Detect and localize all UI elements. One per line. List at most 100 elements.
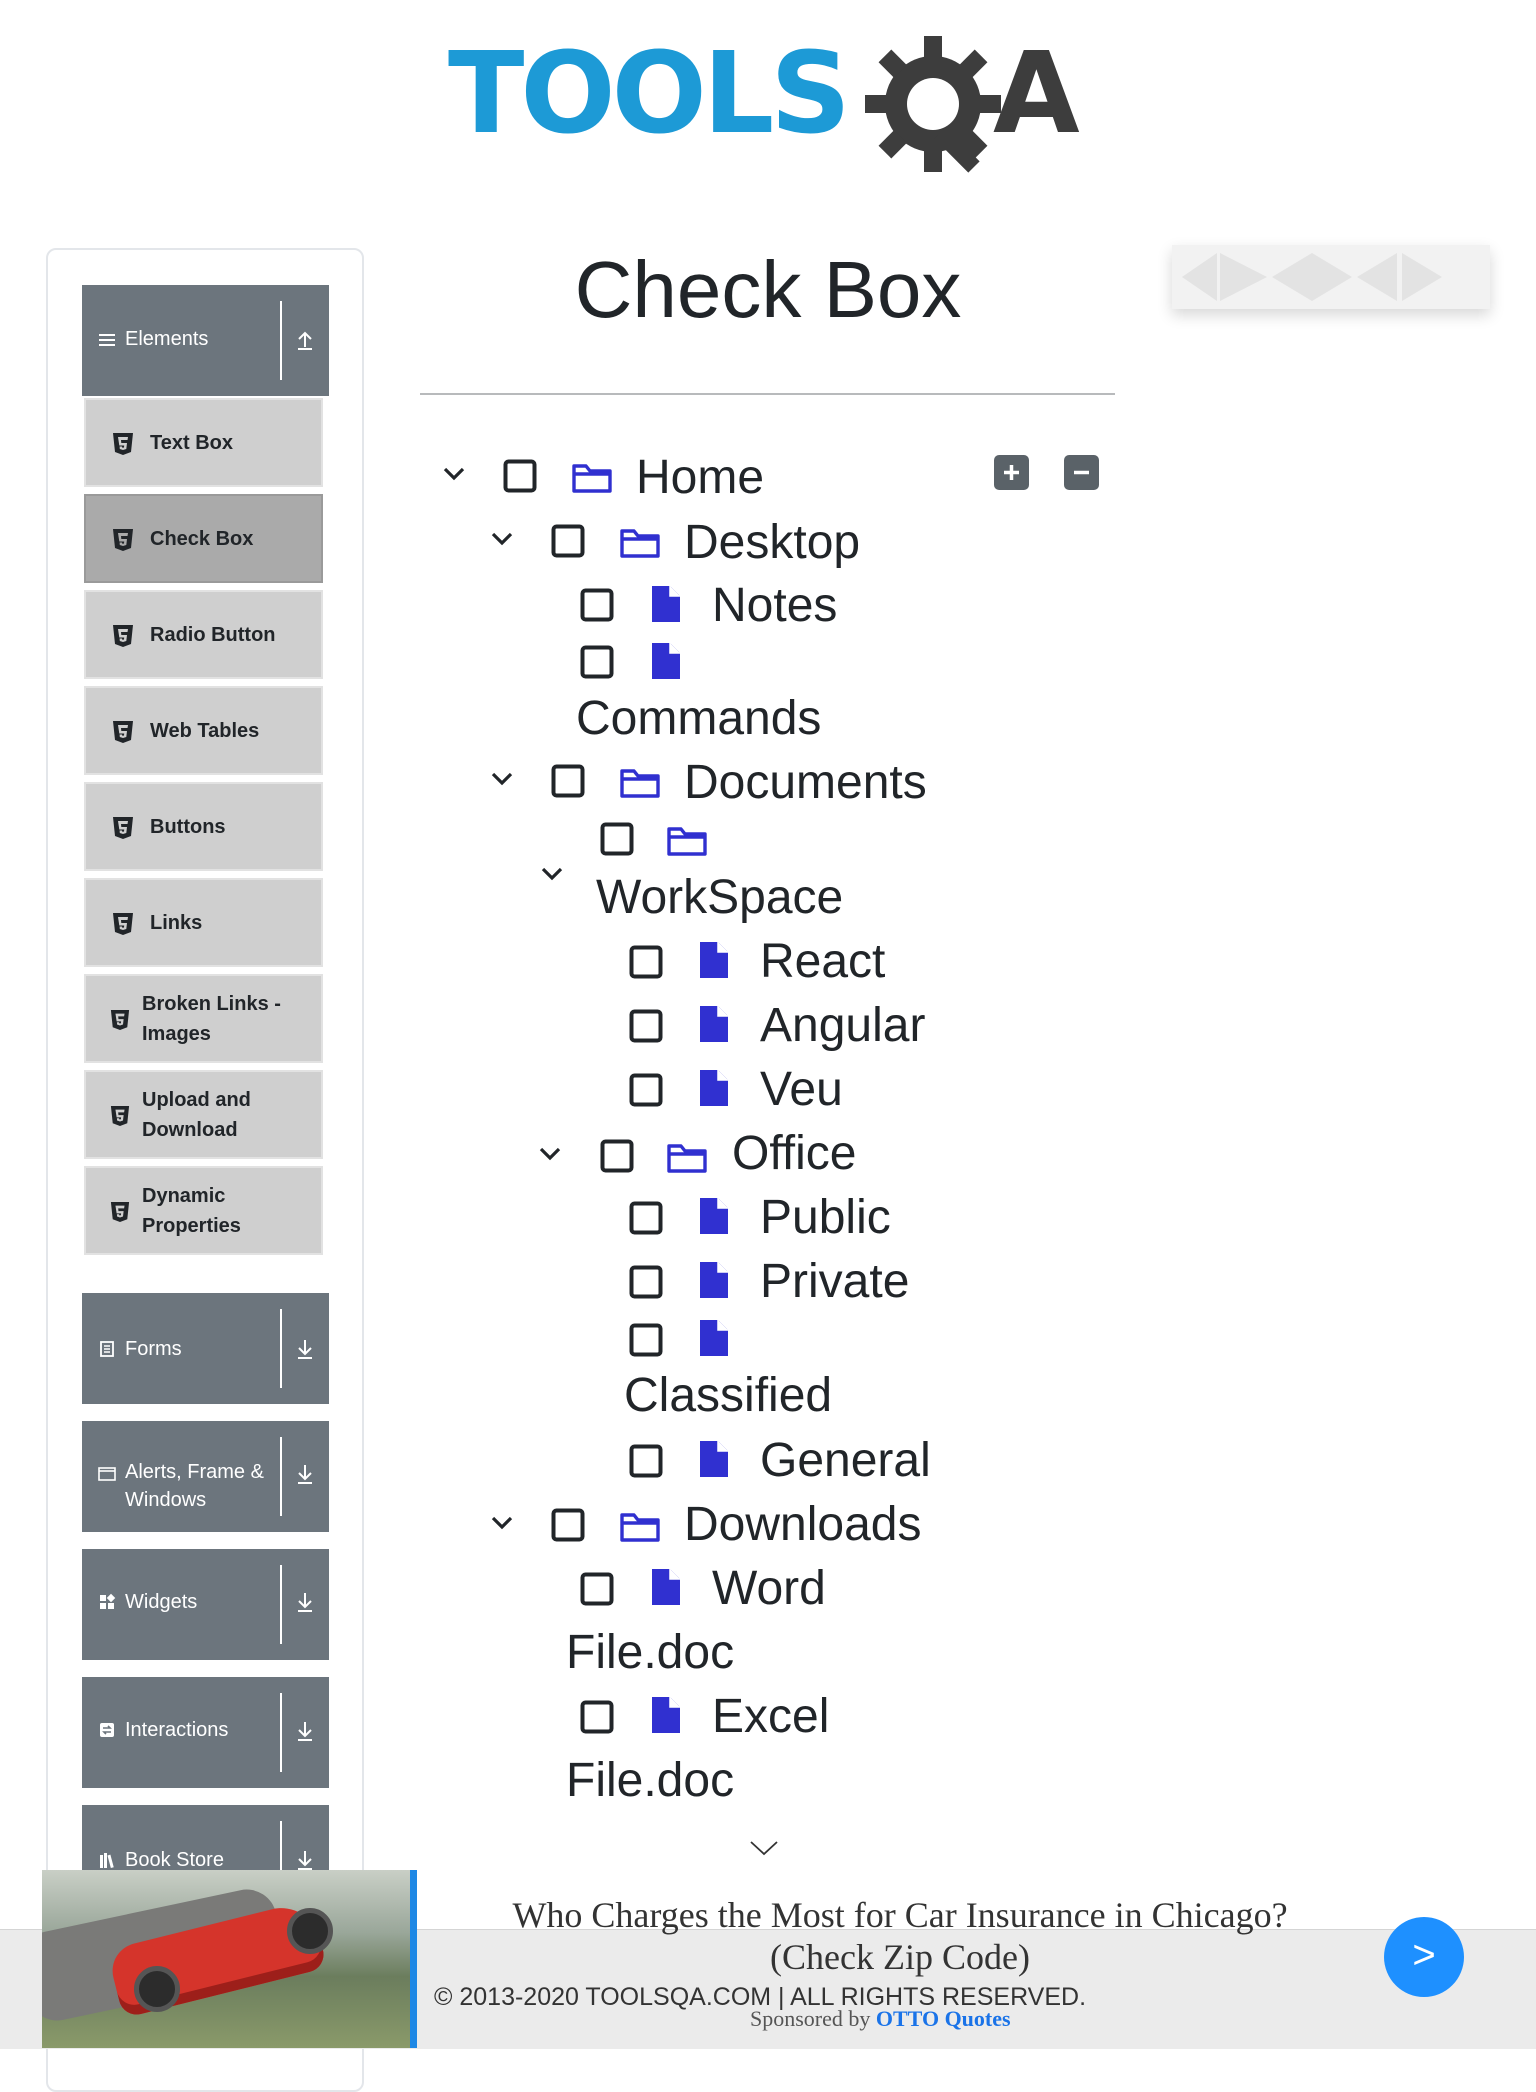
expand-down-icon[interactable] [292, 1718, 318, 1744]
sidebar-item-buttons[interactable]: Buttons [84, 782, 323, 871]
html5-icon [113, 529, 133, 551]
tree-label-home[interactable]: Home [636, 450, 764, 506]
toolsqa-logo[interactable]: TOOLS A [448, 30, 1093, 180]
ad-sponsor-prefix: Sponsored by [750, 2006, 871, 2031]
html5-icon [113, 913, 133, 935]
tree-label-public[interactable]: Public [760, 1190, 891, 1246]
checkbox-word-file-doc[interactable] [580, 1572, 614, 1606]
interactions-icon [100, 1723, 114, 1737]
expand-down-icon[interactable] [292, 1336, 318, 1362]
tree-label-desktop[interactable]: Desktop [684, 515, 860, 571]
checkbox-react[interactable] [629, 945, 663, 979]
html5-icon [113, 433, 133, 455]
folder-icon [620, 529, 660, 558]
checkbox-general[interactable] [629, 1444, 663, 1478]
widgets-icon [100, 1593, 116, 1609]
ad-image[interactable] [42, 1870, 410, 2048]
tree-label-angular[interactable]: Angular [760, 998, 925, 1054]
bottom-ad[interactable]: Who Charges the Most for Car Insurance i… [42, 1870, 1536, 2048]
sidebar-item-label: Text Box [150, 431, 233, 454]
logo-text-a: A [993, 29, 1080, 159]
tree-toggle-home[interactable] [441, 461, 467, 487]
tree-toggle-office[interactable] [537, 1141, 563, 1167]
group-header-widgets[interactable]: Widgets [82, 1549, 329, 1660]
group-divider [280, 1565, 282, 1644]
sidebar-item-broken-links[interactable]: Broken Links - Images [84, 974, 323, 1063]
group-divider [280, 1693, 282, 1772]
ad-sponsor-name[interactable]: OTTO Quotes [876, 2006, 1011, 2031]
tree-label-react[interactable]: React [760, 934, 885, 990]
tree-label-excel-file-doc-line2[interactable]: File.doc [566, 1753, 734, 1809]
sidebar-item-links[interactable]: Links [84, 878, 323, 967]
tree-label-commands[interactable]: Commands [576, 691, 821, 747]
tree-label-excel-file-doc-line1[interactable]: Excel [712, 1689, 829, 1745]
tree-label-word-file-doc-line1[interactable]: Word [712, 1561, 826, 1617]
file-icon [652, 643, 680, 679]
group-label-elements: Elements [125, 328, 209, 350]
checkbox-classified[interactable] [629, 1323, 663, 1357]
collapse-all-button[interactable] [1064, 455, 1099, 490]
expand-down-icon[interactable] [292, 1589, 318, 1615]
sidebar-item-check-box[interactable]: Check Box [84, 494, 323, 583]
group-header-alerts-frame-windows[interactable]: Alerts, Frame & Windows [82, 1421, 329, 1532]
file-icon [700, 1198, 728, 1234]
sidebar-item-upload-download[interactable]: Upload and Download [84, 1070, 323, 1159]
collapse-up-icon[interactable] [292, 327, 318, 353]
folder-icon [620, 1513, 660, 1542]
checkbox-commands[interactable] [580, 645, 614, 679]
file-icon [700, 1441, 728, 1477]
html5-icon [110, 1202, 130, 1222]
tree-label-classified[interactable]: Classified [624, 1368, 832, 1424]
group-header-elements[interactable]: Elements [82, 285, 329, 396]
tree-toggle-downloads[interactable] [489, 1510, 515, 1536]
ad-headline[interactable]: Who Charges the Most for Car Insurance i… [460, 1894, 1340, 1978]
sidebar-item-dynamic-properties[interactable]: Dynamic Properties [84, 1166, 323, 1255]
tree-label-downloads[interactable]: Downloads [684, 1497, 921, 1553]
sidebar-item-label: Buttons [150, 815, 226, 838]
checkbox-documents[interactable] [551, 764, 585, 798]
html5-icon [110, 1106, 130, 1126]
file-icon [652, 1569, 680, 1605]
tree-toggle-desktop[interactable] [489, 526, 515, 552]
tree-label-private[interactable]: Private [760, 1254, 909, 1310]
tree-label-documents[interactable]: Documents [684, 755, 927, 811]
folder-icon [572, 464, 612, 493]
tree-label-office[interactable]: Office [732, 1126, 857, 1182]
checkbox-notes[interactable] [580, 588, 614, 622]
group-header-interactions[interactable]: Interactions [82, 1677, 329, 1788]
checkbox-downloads[interactable] [551, 1508, 585, 1542]
sidebar-item-text-box[interactable]: Text Box [84, 398, 323, 487]
group-label-interactions: Interactions [125, 1719, 229, 1741]
folder-icon [620, 769, 660, 798]
checkbox-workspace[interactable] [600, 822, 634, 856]
checkbox-private[interactable] [629, 1265, 663, 1299]
checkbox-veu[interactable] [629, 1073, 663, 1107]
checkbox-desktop[interactable] [551, 524, 585, 558]
checkbox-office[interactable] [600, 1139, 634, 1173]
tree-toggle-workspace[interactable] [539, 861, 565, 887]
file-icon [700, 1262, 728, 1298]
expand-all-button[interactable] [994, 455, 1029, 490]
checkbox-public[interactable] [629, 1201, 663, 1235]
gear-magnifier-icon [865, 36, 1001, 173]
tree-label-veu[interactable]: Veu [760, 1062, 843, 1118]
sidebar-item-web-tables[interactable]: Web Tables [84, 686, 323, 775]
sidebar-item-label: Web Tables [150, 719, 260, 742]
chevron-down-icon[interactable] [749, 1838, 779, 1858]
ad-next-button[interactable]: > [1384, 1917, 1464, 1997]
tree-label-workspace[interactable]: WorkSpace [596, 870, 843, 926]
expand-down-icon[interactable] [292, 1461, 318, 1487]
tree-label-word-file-doc-line2[interactable]: File.doc [566, 1625, 734, 1681]
tree-label-general[interactable]: General [760, 1433, 931, 1489]
tree-label-notes[interactable]: Notes [712, 578, 837, 634]
checkbox-excel-file-doc[interactable] [580, 1700, 614, 1734]
left-sidebar: Elements Text Box Check Box Radio Button… [46, 248, 364, 2092]
tree-toggle-documents[interactable] [489, 766, 515, 792]
checkbox-angular[interactable] [629, 1009, 663, 1043]
sidebar-item-radio-button[interactable]: Radio Button [84, 590, 323, 679]
plus-square-icon [1004, 465, 1019, 480]
top-ad-banner[interactable] [1172, 245, 1490, 309]
checkbox-home[interactable] [503, 459, 537, 493]
group-header-forms[interactable]: Forms [82, 1293, 329, 1404]
form-icon [100, 1341, 114, 1357]
